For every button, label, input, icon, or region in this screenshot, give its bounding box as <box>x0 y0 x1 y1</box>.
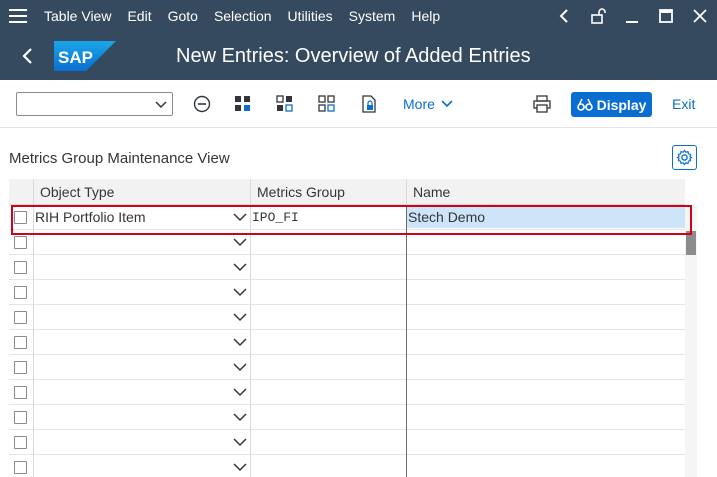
column-header-object-type[interactable]: Object Type <box>34 179 114 205</box>
chevron-down-icon[interactable] <box>233 462 247 472</box>
unlock-icon[interactable] <box>581 0 615 32</box>
chevron-down-icon[interactable] <box>233 237 247 247</box>
back-arrow-icon[interactable] <box>0 32 54 80</box>
row-select-checkbox[interactable] <box>14 461 27 474</box>
gear-icon <box>676 149 693 166</box>
select-block-icon[interactable] <box>273 92 297 116</box>
more-button[interactable]: More <box>403 92 453 116</box>
chevron-down-icon[interactable] <box>233 287 247 297</box>
column-header-metrics-group[interactable]: Metrics Group <box>251 179 345 205</box>
row-select-checkbox[interactable] <box>14 236 27 249</box>
section-title: Metrics Group Maintenance View <box>9 150 230 167</box>
sap-logo: SAP <box>54 41 116 71</box>
column-header-name[interactable]: Name <box>407 179 450 205</box>
chevron-down-icon <box>441 100 453 108</box>
deselect-all-icon[interactable] <box>315 92 339 116</box>
chevron-down-icon[interactable] <box>233 437 247 447</box>
application-toolbar: More Display Exit <box>0 80 717 128</box>
minimize-icon[interactable] <box>615 0 649 32</box>
display-button[interactable]: Display <box>571 92 652 117</box>
chevron-down-icon[interactable] <box>154 97 168 111</box>
menu-goto[interactable]: Goto <box>160 0 206 32</box>
name-column-divider <box>406 205 407 477</box>
page-title: New Entries: Overview of Added Entries <box>176 44 531 67</box>
row-select-checkbox[interactable] <box>14 261 27 274</box>
selected-row-highlight <box>11 205 692 235</box>
print-icon[interactable] <box>530 92 554 116</box>
lock-doc-icon[interactable] <box>357 92 381 116</box>
table-row[interactable] <box>9 280 685 305</box>
chevron-down-icon[interactable] <box>233 337 247 347</box>
menu-utilities[interactable]: Utilities <box>280 0 341 32</box>
chevron-down-icon[interactable] <box>233 262 247 272</box>
table-row[interactable] <box>9 355 685 380</box>
column-separator <box>406 179 407 205</box>
table-row[interactable] <box>9 330 685 355</box>
command-field[interactable] <box>16 92 173 116</box>
row-select-checkbox[interactable] <box>14 336 27 349</box>
hamburger-menu-icon[interactable] <box>0 0 36 32</box>
sap-gui-window: Table View Edit Goto Selection Utilities… <box>0 0 717 477</box>
collapse-left-icon[interactable] <box>547 0 581 32</box>
table-header: Object Type Metrics Group Name <box>9 179 685 205</box>
chevron-down-icon[interactable] <box>233 412 247 422</box>
row-select-checkbox[interactable] <box>14 286 27 299</box>
title-bar: SAP New Entries: Overview of Added Entri… <box>0 32 717 80</box>
menu-help[interactable]: Help <box>403 0 448 32</box>
table-row[interactable] <box>9 305 685 330</box>
chevron-down-icon[interactable] <box>233 312 247 322</box>
menu-table-view[interactable]: Table View <box>36 0 119 32</box>
table-row[interactable] <box>9 405 685 430</box>
glasses-icon <box>576 98 593 111</box>
chevron-down-icon[interactable] <box>233 362 247 372</box>
row-select-checkbox[interactable] <box>14 411 27 424</box>
row-select-checkbox[interactable] <box>14 311 27 324</box>
table-row[interactable] <box>9 255 685 280</box>
table-settings-button[interactable] <box>672 145 697 170</box>
maximize-icon[interactable] <box>649 0 683 32</box>
display-label: Display <box>596 96 647 113</box>
row-select-checkbox[interactable] <box>14 386 27 399</box>
window-controls <box>547 0 717 32</box>
table-row[interactable] <box>9 455 685 477</box>
close-icon[interactable] <box>683 0 717 32</box>
row-select-checkbox[interactable] <box>14 436 27 449</box>
menu-selection[interactable]: Selection <box>206 0 280 32</box>
table-row[interactable] <box>9 380 685 405</box>
chevron-down-icon[interactable] <box>233 387 247 397</box>
row-select-checkbox[interactable] <box>14 361 27 374</box>
menu-bar: Table View Edit Goto Selection Utilities… <box>0 0 717 32</box>
exit-button[interactable]: Exit <box>672 92 695 116</box>
menu-system[interactable]: System <box>341 0 404 32</box>
menu-edit[interactable]: Edit <box>119 0 159 32</box>
sap-logo-text: SAP <box>58 48 93 67</box>
more-label: More <box>403 96 435 112</box>
minus-circle-icon[interactable] <box>190 92 214 116</box>
table-row[interactable] <box>9 430 685 455</box>
select-all-icon[interactable] <box>231 92 255 116</box>
command-input[interactable] <box>17 93 147 115</box>
